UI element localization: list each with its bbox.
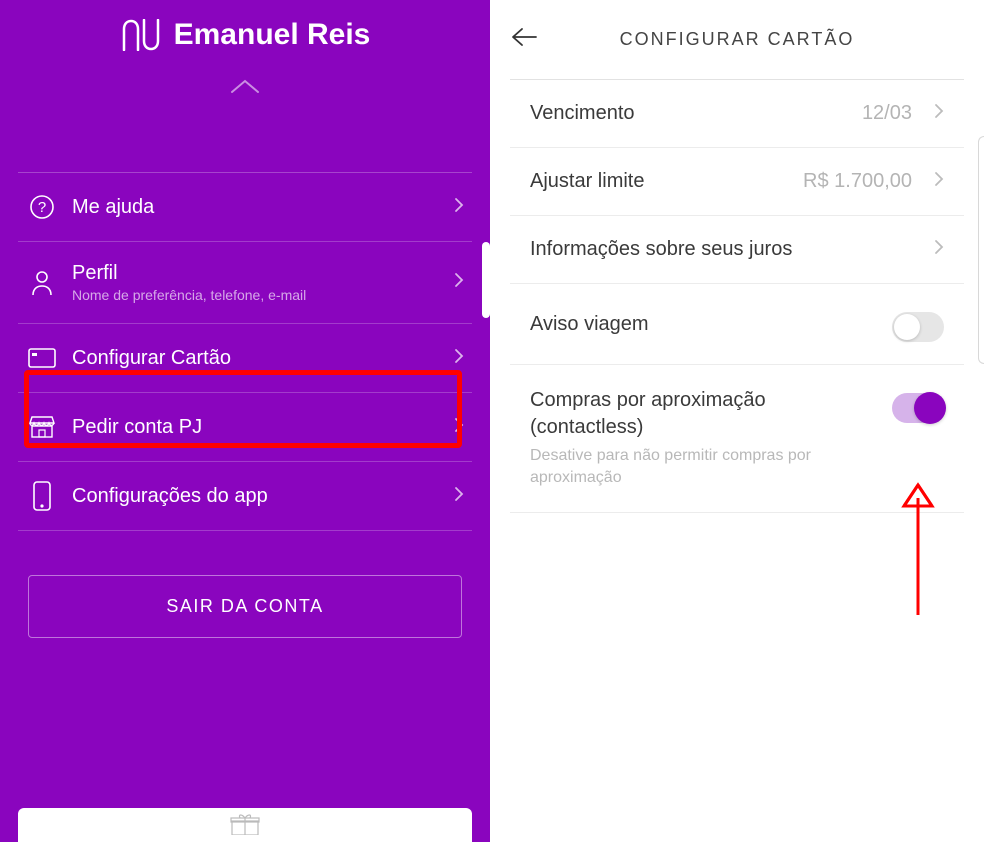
setting-travel-notice: Aviso viagem xyxy=(510,284,964,365)
phone-icon xyxy=(28,482,56,510)
promotion-card[interactable] xyxy=(18,808,472,842)
setting-adjust-limit[interactable]: Ajustar limite R$ 1.700,00 xyxy=(510,148,964,216)
setting-label: Informações sobre seus juros xyxy=(530,238,924,261)
account-username: Emanuel Reis xyxy=(174,18,371,52)
travel-notice-toggle[interactable] xyxy=(892,312,944,342)
menu-item-configure-card[interactable]: Configurar Cartão xyxy=(18,324,472,393)
menu-item-profile[interactable]: Perfil Nome de preferência, telefone, e-… xyxy=(18,242,472,324)
setting-label: Compras por aproximação (contactless) xyxy=(530,387,880,441)
chevron-right-icon xyxy=(934,239,944,260)
setting-value: 12/03 xyxy=(862,102,912,125)
side-scroll-indicator xyxy=(978,136,984,364)
menu-item-help[interactable]: ? Me ajuda xyxy=(18,173,472,242)
menu-item-app-settings[interactable]: Configurações do app xyxy=(18,462,472,531)
contactless-toggle[interactable] xyxy=(892,393,944,423)
settings-title: CONFIGURAR CARTÃO xyxy=(510,29,964,50)
card-settings-panel: CONFIGURAR CARTÃO Vencimento 12/03 Ajust… xyxy=(490,0,984,842)
profile-icon xyxy=(28,269,56,297)
account-menu-panel: Emanuel Reis ? Me ajuda Perfil Nome de p… xyxy=(0,0,490,842)
setting-interest-info[interactable]: Informações sobre seus juros xyxy=(510,216,964,284)
setting-label: Aviso viagem xyxy=(530,313,882,336)
chevron-right-icon xyxy=(454,348,464,369)
menu-item-business-account[interactable]: Pedir conta PJ xyxy=(18,393,472,462)
chevron-right-icon xyxy=(454,417,464,438)
scrollbar-thumb[interactable] xyxy=(482,242,490,318)
collapse-menu-button[interactable] xyxy=(230,78,260,94)
account-menu: ? Me ajuda Perfil Nome de preferência, t… xyxy=(18,173,472,531)
settings-header: CONFIGURAR CARTÃO xyxy=(490,16,984,79)
setting-description: Desative para não permitir compras por a… xyxy=(530,445,880,490)
menu-item-sublabel: Nome de preferência, telefone, e-mail xyxy=(72,287,438,303)
account-header: Emanuel Reis xyxy=(18,0,472,52)
setting-label: Ajustar limite xyxy=(530,170,793,193)
menu-item-label: Pedir conta PJ xyxy=(72,416,438,439)
setting-value: R$ 1.700,00 xyxy=(803,170,912,193)
menu-item-label: Me ajuda xyxy=(72,196,438,219)
menu-item-label: Configurar Cartão xyxy=(72,347,438,370)
menu-item-label: Configurações do app xyxy=(72,485,438,508)
chevron-right-icon xyxy=(454,486,464,507)
chevron-right-icon xyxy=(934,103,944,124)
nubank-logo xyxy=(120,19,162,51)
storefront-icon xyxy=(28,413,56,441)
chevron-right-icon xyxy=(454,197,464,218)
setting-contactless: Compras por aproximação (contactless) De… xyxy=(510,365,964,513)
card-icon xyxy=(28,344,56,372)
svg-text:?: ? xyxy=(38,199,46,216)
setting-due-date[interactable]: Vencimento 12/03 xyxy=(510,80,964,148)
chevron-right-icon xyxy=(934,171,944,192)
gift-icon xyxy=(230,813,260,840)
chevron-right-icon xyxy=(454,272,464,293)
help-icon: ? xyxy=(28,193,56,221)
setting-label: Vencimento xyxy=(530,102,852,125)
sign-out-button[interactable]: SAIR DA CONTA xyxy=(28,575,462,638)
menu-item-label: Perfil xyxy=(72,262,438,285)
